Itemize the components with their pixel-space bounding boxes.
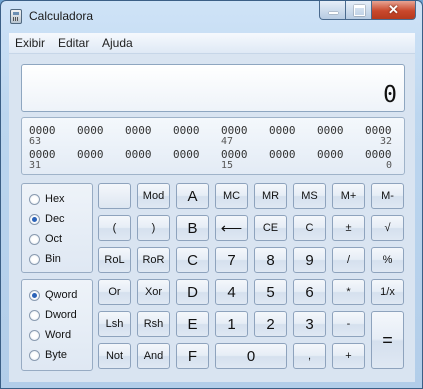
maximize-button[interactable] — [346, 1, 372, 20]
percent-button[interactable]: % — [371, 247, 404, 273]
bit-position-label: 15 — [221, 160, 234, 171]
bit-group[interactable]: 0000 — [269, 124, 296, 137]
memory-store-button[interactable]: MS — [293, 183, 326, 209]
number-base-group: Hex Dec Oct Bin — [21, 183, 93, 273]
window-title: Calculadora — [29, 9, 94, 23]
equals-button[interactable]: = — [371, 311, 404, 369]
bit-position-label: 32 — [380, 136, 393, 147]
maximize-icon — [354, 5, 365, 16]
negate-button[interactable]: ± — [332, 215, 365, 241]
rotate-left-button[interactable]: RoL — [98, 247, 131, 273]
radio-dword[interactable]: Dword — [29, 307, 77, 323]
minimize-icon — [329, 12, 338, 14]
radio-word[interactable]: Word — [29, 327, 71, 343]
hex-c-button[interactable]: C — [176, 247, 209, 273]
add-button[interactable]: + — [332, 343, 365, 369]
calculator-app-icon — [10, 9, 22, 24]
bit-group[interactable]: 0000 — [77, 124, 104, 137]
bit-display: 0000 0000 0000 0000 0000 0000 0000 0000 … — [21, 117, 405, 175]
menu-ajuda[interactable]: Ajuda — [102, 36, 133, 50]
blank-button[interactable] — [98, 183, 131, 209]
not-button[interactable]: Not — [98, 343, 131, 369]
menu-bar: Exibir Editar Ajuda — [9, 33, 415, 54]
reciprocal-button[interactable]: 1/x — [371, 279, 404, 305]
radio-circle — [29, 329, 40, 341]
digit-4-button[interactable]: 4 — [215, 279, 248, 305]
left-shift-button[interactable]: Lsh — [98, 311, 131, 337]
radio-bin[interactable]: Bin — [29, 251, 61, 267]
digit-8-button[interactable]: 8 — [254, 247, 287, 273]
close-button[interactable]: ✕ — [372, 1, 416, 20]
digit-6-button[interactable]: 6 — [293, 279, 326, 305]
radio-dec[interactable]: Dec — [29, 211, 65, 227]
hex-f-button[interactable]: F — [176, 343, 209, 369]
window-controls: ✕ — [319, 1, 416, 20]
radio-circle — [29, 309, 40, 321]
radio-circle — [29, 213, 40, 225]
bit-group[interactable]: 0000 — [269, 148, 296, 161]
word-size-group: Qword Dword Word Byte — [21, 279, 93, 371]
mod-button[interactable]: Mod — [137, 183, 170, 209]
bit-position-label: 63 — [29, 136, 42, 147]
bit-position-label: 31 — [29, 160, 42, 171]
close-icon: ✕ — [388, 2, 399, 17]
hex-e-button[interactable]: E — [176, 311, 209, 337]
clear-button[interactable]: C — [293, 215, 326, 241]
bit-group[interactable]: 0000 — [317, 148, 344, 161]
bit-position-label: 47 — [221, 136, 234, 147]
or-button[interactable]: Or — [98, 279, 131, 305]
bit-group[interactable]: 0000 — [125, 148, 152, 161]
menu-exibir[interactable]: Exibir — [15, 36, 45, 50]
backspace-button[interactable]: ⟵ — [215, 215, 248, 241]
digit-7-button[interactable]: 7 — [215, 247, 248, 273]
radio-hex[interactable]: Hex — [29, 191, 65, 207]
calculator-body: 0 0000 0000 0000 0000 0000 0000 0000 000… — [9, 54, 415, 382]
digit-0-button[interactable]: 0 — [215, 343, 287, 369]
hex-b-button[interactable]: B — [176, 215, 209, 241]
radio-qword[interactable]: Qword — [29, 287, 77, 303]
radio-circle — [29, 289, 40, 301]
memory-clear-button[interactable]: MC — [215, 183, 248, 209]
radio-oct[interactable]: Oct — [29, 231, 62, 247]
subtract-button[interactable]: - — [332, 311, 365, 337]
digit-2-button[interactable]: 2 — [254, 311, 287, 337]
bit-group[interactable]: 0000 — [173, 148, 200, 161]
memory-recall-button[interactable]: MR — [254, 183, 287, 209]
divide-button[interactable]: / — [332, 247, 365, 273]
bit-position-label: 0 — [386, 160, 393, 171]
open-paren-button[interactable]: ( — [98, 215, 131, 241]
clear-entry-button[interactable]: CE — [254, 215, 287, 241]
radio-circle — [29, 253, 40, 265]
xor-button[interactable]: Xor — [137, 279, 170, 305]
radio-circle — [29, 349, 40, 361]
title-bar[interactable]: Calculadora ✕ — [1, 1, 422, 31]
rotate-right-button[interactable]: RoR — [137, 247, 170, 273]
bit-group[interactable]: 0000 — [173, 124, 200, 137]
radio-circle — [29, 193, 40, 205]
calculator-window: Calculadora ✕ Exibir Editar Ajuda 0 0000… — [0, 0, 423, 389]
hex-d-button[interactable]: D — [176, 279, 209, 305]
radio-circle — [29, 233, 40, 245]
hex-a-button[interactable]: A — [176, 183, 209, 209]
result-display: 0 — [21, 64, 405, 112]
square-root-button[interactable]: √ — [371, 215, 404, 241]
bit-group[interactable]: 0000 — [77, 148, 104, 161]
minimize-button[interactable] — [319, 1, 346, 20]
multiply-button[interactable]: * — [332, 279, 365, 305]
bit-group[interactable]: 0000 — [317, 124, 344, 137]
display-value: 0 — [383, 82, 397, 108]
digit-3-button[interactable]: 3 — [293, 311, 326, 337]
right-shift-button[interactable]: Rsh — [137, 311, 170, 337]
memory-subtract-button[interactable]: M- — [371, 183, 404, 209]
close-paren-button[interactable]: ) — [137, 215, 170, 241]
digit-5-button[interactable]: 5 — [254, 279, 287, 305]
decimal-separator-button[interactable]: , — [293, 343, 326, 369]
menu-editar[interactable]: Editar — [58, 36, 89, 50]
digit-9-button[interactable]: 9 — [293, 247, 326, 273]
radio-byte[interactable]: Byte — [29, 347, 67, 363]
memory-add-button[interactable]: M+ — [332, 183, 365, 209]
bit-group[interactable]: 0000 — [125, 124, 152, 137]
digit-1-button[interactable]: 1 — [215, 311, 248, 337]
and-button[interactable]: And — [137, 343, 170, 369]
